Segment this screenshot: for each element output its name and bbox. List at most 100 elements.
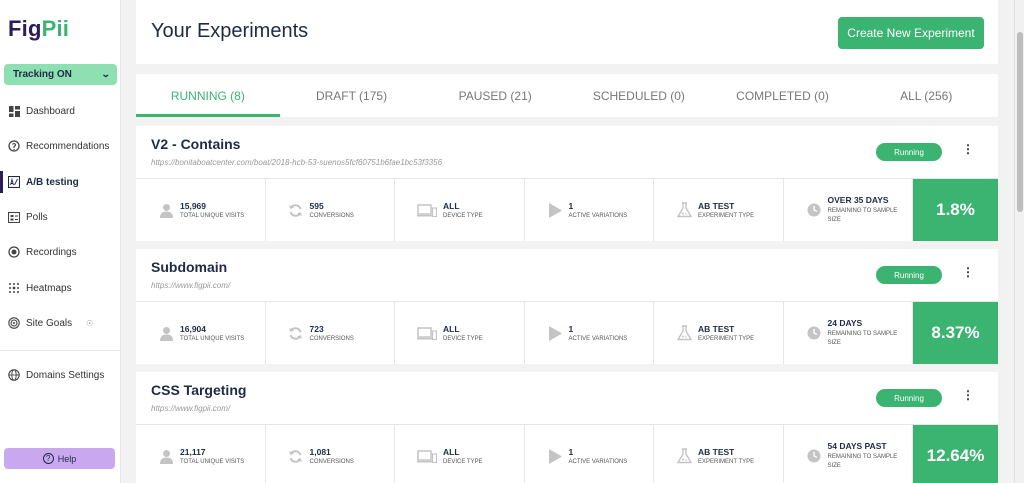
variations-label: ACTIVE VARIATIONS [568, 336, 628, 342]
device-value: ALL [443, 324, 460, 334]
recordings-icon [8, 246, 20, 258]
device-value: ALL [443, 201, 460, 211]
sidebar-item-ab-testing[interactable]: A/B testing [0, 168, 120, 196]
tab-paused[interactable]: PAUSED (21) [423, 74, 567, 117]
visits-label: TOTAL UNIQUE VISITS [180, 459, 245, 465]
create-experiment-button[interactable]: Create New Experiment [838, 17, 984, 49]
refresh-icon [288, 448, 304, 464]
experiment-type-label: EXPERIMENT TYPE [698, 213, 755, 219]
sidebar: FigPii Tracking ON ⌄ Dashboard Recommend… [0, 0, 121, 483]
sidebar-item-domains-settings[interactable]: Domains Settings [0, 361, 120, 389]
stat-variations: 1 ACTIVE VARIATIONS [525, 302, 654, 364]
help-label: Help [57, 453, 77, 464]
visits-label: TOTAL UNIQUE VISITS [180, 213, 245, 219]
info-icon[interactable]: ☉ [86, 319, 93, 328]
sidebar-item-dashboard[interactable]: Dashboard [0, 97, 120, 125]
variations-label: ACTIVE VARIATIONS [568, 213, 628, 219]
experiment-type-value: AB TEST [698, 324, 735, 334]
sidebar-item-heatmaps[interactable]: Heatmaps [0, 274, 120, 302]
sidebar-item-label: Polls [26, 211, 48, 223]
stat-remaining: 24 DAYS REMAINING TO SAMPLE SIZE [784, 302, 913, 364]
stat-experiment-type: AB TEST EXPERIMENT TYPE [654, 425, 784, 483]
devices-icon [417, 448, 437, 464]
conversions-value: 723 [309, 324, 324, 334]
help-button[interactable]: ? Help [4, 448, 115, 469]
variations-value: 1 [568, 324, 574, 334]
clock-icon [806, 325, 822, 341]
experiment-url: https://bonitaboatcenter.com/boat/2018-h… [151, 158, 443, 167]
page-title: Your Experiments [151, 20, 309, 42]
conversion-rate: 12.64% [913, 425, 998, 483]
stat-device: ALL DEVICE TYPE [395, 425, 525, 483]
scrollbar-thumb[interactable] [1017, 32, 1023, 212]
experiment-name[interactable]: Subdomain [151, 259, 227, 275]
flask-icon [676, 202, 692, 218]
device-label: DEVICE TYPE [443, 459, 483, 465]
scrollbar[interactable] [1014, 0, 1024, 483]
experiment-name[interactable]: V2 - Contains [151, 136, 240, 152]
tab-all[interactable]: ALL (256) [854, 74, 998, 117]
stat-device: ALL DEVICE TYPE [395, 179, 525, 241]
recommendations-icon [8, 140, 20, 152]
status-badge[interactable]: Running [876, 389, 942, 407]
remaining-value: 24 DAYS [827, 318, 863, 328]
more-options-icon[interactable]: ⋮ [962, 388, 974, 402]
stat-device: ALL DEVICE TYPE [395, 302, 525, 364]
tab-scheduled[interactable]: SCHEDULED (0) [567, 74, 711, 117]
conversions-label: CONVERSIONS [309, 459, 354, 465]
sidebar-item-label: Heatmaps [26, 282, 72, 294]
refresh-icon [288, 202, 304, 218]
sidebar-item-recordings[interactable]: Recordings [0, 238, 120, 266]
more-options-icon[interactable]: ⋮ [962, 265, 974, 279]
flask-icon [676, 448, 692, 464]
visits-value: 21,117 [180, 447, 206, 457]
user-icon [158, 448, 174, 464]
user-icon [158, 202, 174, 218]
tracking-toggle[interactable]: Tracking ON ⌄ [4, 64, 117, 85]
remaining-label: REMAINING TO SAMPLE SIZE [827, 454, 898, 469]
stat-conversions: 723 CONVERSIONS [266, 302, 395, 364]
sidebar-item-polls[interactable]: Polls [0, 203, 120, 231]
sidebar-item-site-goals[interactable]: Site Goals ☉ [0, 309, 120, 337]
remaining-label: REMAINING TO SAMPLE SIZE [827, 208, 898, 223]
logo-text-pii: Pii [41, 16, 70, 41]
status-badge[interactable]: Running [876, 266, 942, 284]
stat-remaining: OVER 35 DAYS REMAINING TO SAMPLE SIZE [784, 179, 913, 241]
device-label: DEVICE TYPE [443, 213, 483, 219]
experiment-stats: 21,117 TOTAL UNIQUE VISITS 1,081 CONVERSIO… [136, 424, 998, 483]
device-value: ALL [443, 447, 460, 457]
experiment-type-label: EXPERIMENT TYPE [698, 336, 755, 342]
sidebar-item-label: Recordings [26, 246, 77, 258]
device-label: DEVICE TYPE [443, 336, 483, 342]
play-icon [547, 202, 563, 218]
logo-text-fig: Fig [8, 16, 42, 41]
visits-value: 16,904 [180, 324, 206, 334]
heatmaps-icon [8, 282, 20, 294]
sidebar-item-recommendations[interactable]: Recommendations [0, 132, 120, 160]
user-icon [158, 325, 174, 341]
more-options-icon[interactable]: ⋮ [962, 142, 974, 156]
play-icon [547, 448, 563, 464]
globe-icon [8, 369, 20, 381]
tab-completed[interactable]: COMPLETED (0) [711, 74, 855, 117]
tab-running[interactable]: RUNNING (8) [136, 74, 280, 117]
experiment-card: V2 - Contains https://bonitaboatcenter.c… [136, 126, 998, 241]
conversions-label: CONVERSIONS [309, 213, 354, 219]
stat-remaining: 54 DAYS PAST REMAINING TO SAMPLE SIZE [784, 425, 913, 483]
devices-icon [417, 202, 437, 218]
variations-value: 1 [568, 447, 574, 457]
sidebar-divider [0, 350, 120, 351]
figpii-logo[interactable]: FigPii [8, 16, 69, 42]
variations-label: ACTIVE VARIATIONS [568, 459, 628, 465]
conversions-value: 1,081 [309, 447, 331, 457]
tracking-label: Tracking ON [13, 69, 72, 80]
experiment-name[interactable]: CSS Targeting [151, 382, 246, 398]
status-badge[interactable]: Running [876, 143, 942, 161]
experiment-stats: 15,969 TOTAL UNIQUE VISITS 595 CONVERSIONS… [136, 178, 998, 241]
polls-icon [8, 211, 20, 223]
stat-visits: 15,969 TOTAL UNIQUE VISITS [136, 179, 266, 241]
tab-draft[interactable]: DRAFT (175) [280, 74, 424, 117]
sidebar-item-label: Recommendations [26, 140, 110, 152]
sidebar-item-label: A/B testing [26, 176, 79, 188]
conversion-rate: 8.37% [913, 302, 998, 364]
